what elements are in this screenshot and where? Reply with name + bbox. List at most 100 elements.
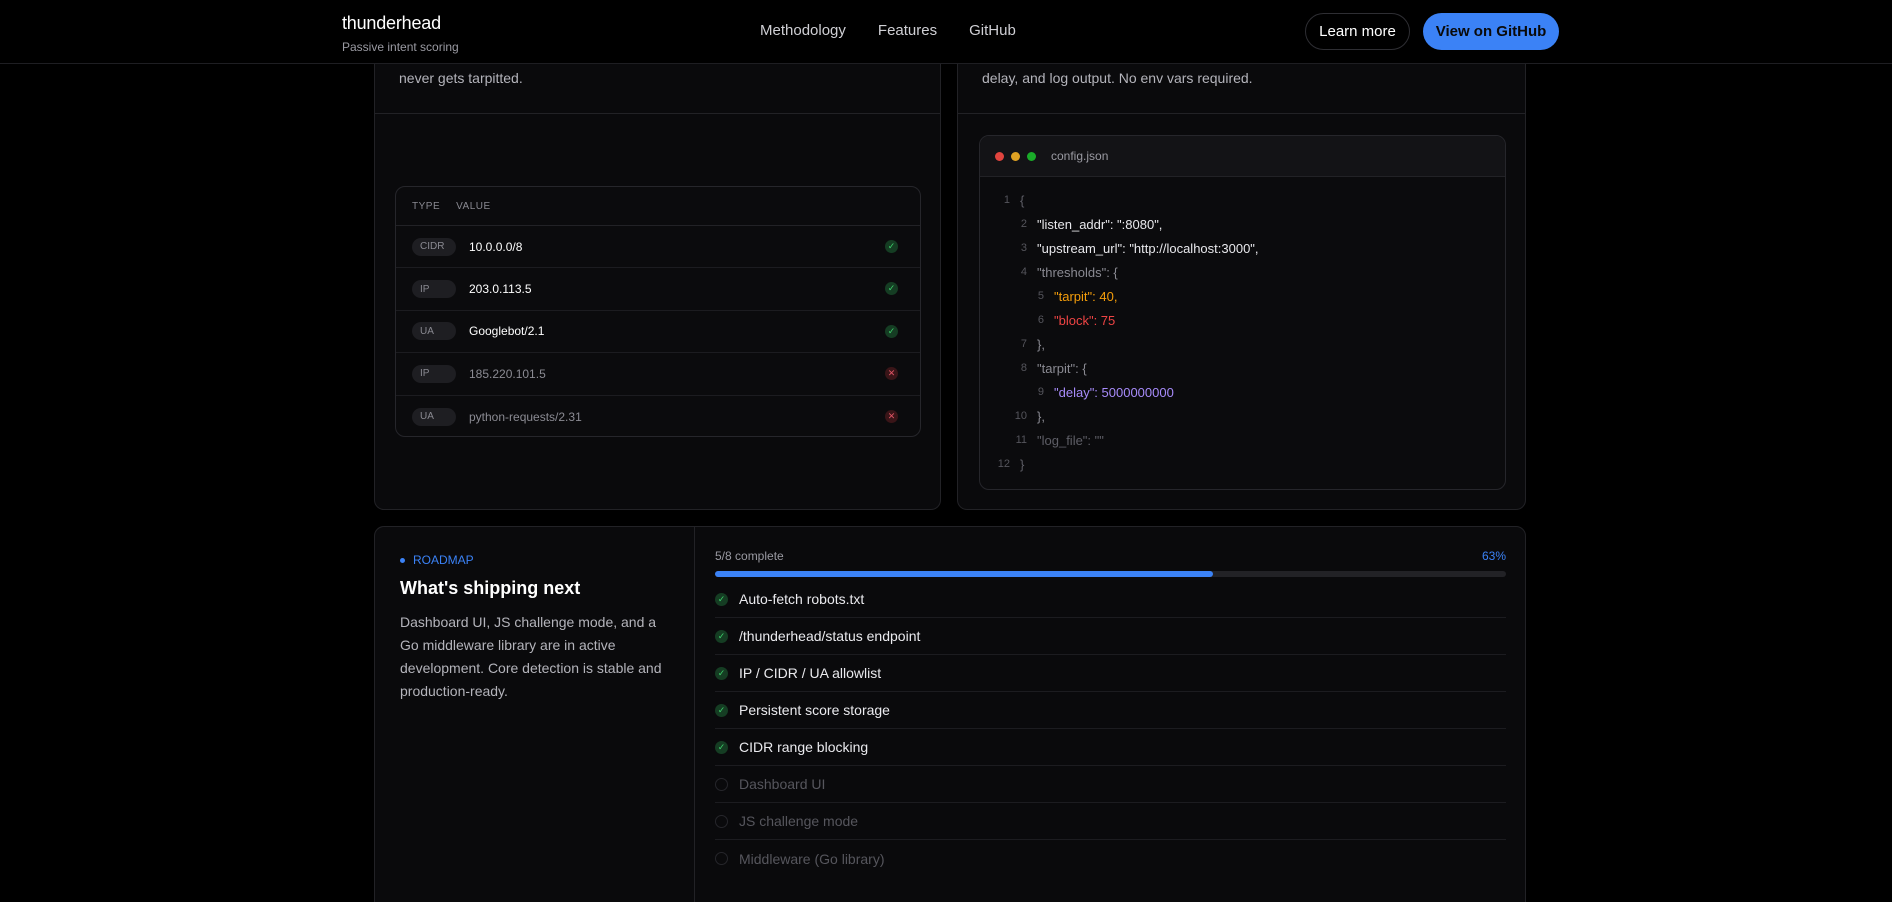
code-window: config.json 1{ 2 "listen_addr": ":8080", …: [979, 135, 1506, 490]
code-text: },: [1037, 336, 1045, 352]
row-value: Googlebot/2.1: [469, 324, 545, 339]
code-line: 3 "upstream_url": "http://localhost:3000"…: [980, 236, 1505, 260]
roadmap-item: ✓ IP / CIDR / UA allowlist: [715, 655, 1506, 692]
allowlist-table: TYPE VALUE CIDR 10.0.0.0/8 ✓ IP 203.0.11…: [395, 186, 921, 437]
cross-icon: ✕: [885, 367, 898, 381]
line-number: 8: [1020, 362, 1027, 374]
roadmap-item-label: Auto-fetch robots.txt: [739, 591, 865, 607]
code-text: {: [1020, 192, 1025, 208]
type-badge: IP: [412, 364, 456, 383]
nav-link-features[interactable]: Features: [878, 22, 937, 39]
config-card-text: delay, and log output. No env vars requi…: [982, 70, 1253, 86]
code-line: 9 "delay": 5000000000: [980, 380, 1505, 404]
line-number: 11: [1015, 434, 1027, 446]
check-icon: ✓: [715, 740, 728, 754]
check-icon: ✓: [885, 282, 898, 296]
empty-circle-icon: ✓: [715, 814, 728, 828]
code-line: 11 "log_file": "": [980, 428, 1505, 452]
code-line: 10},: [980, 404, 1505, 428]
line-number: 4: [1020, 266, 1027, 278]
type-badge: IP: [412, 280, 456, 299]
roadmap-item-label: CIDR range blocking: [739, 739, 869, 755]
nav-link-methodology[interactable]: Methodology: [760, 22, 846, 39]
window-close-dot-icon: [995, 151, 1004, 161]
roadmap-title: What's shipping next: [400, 578, 581, 598]
code-line: 4 "thresholds": {: [980, 260, 1505, 284]
check-icon: ✓: [715, 666, 728, 680]
row-value: 203.0.113.5: [469, 282, 532, 297]
roadmap-description: Dashboard UI, JS challenge mode, and a G…: [400, 614, 662, 699]
code-window-titlebar: config.json: [980, 136, 1505, 177]
check-icon: ✓: [715, 592, 728, 606]
roadmap-item: ✓ Middleware (Go library): [715, 840, 1506, 877]
type-badge: UA: [412, 322, 456, 341]
window-minimize-dot-icon: [1011, 151, 1020, 161]
brand[interactable]: thunderhead Passive intent scoring: [342, 13, 459, 54]
code-line: 8 "tarpit": {: [980, 356, 1505, 380]
roadmap-item-label: IP / CIDR / UA allowlist: [739, 665, 882, 681]
line-number: 10: [1014, 410, 1027, 422]
learn-more-button[interactable]: Learn more: [1305, 13, 1410, 50]
type-badge: CIDR: [412, 237, 456, 256]
line-number: 6: [1037, 314, 1044, 326]
roadmap-intro: ROADMAP What's shipping next Dashboard U…: [375, 527, 695, 902]
roadmap-item-label: JS challenge mode: [739, 813, 859, 829]
top-nav: thunderhead Passive intent scoring Metho…: [0, 0, 1892, 64]
nav-link-github[interactable]: GitHub: [969, 22, 1016, 39]
roadmap-item-label: Middleware (Go library): [739, 850, 885, 867]
code-line: 12}: [980, 452, 1505, 476]
progress-label: 5/8 complete: [715, 549, 784, 563]
table-row: CIDR 10.0.0.0/8 ✓: [396, 226, 920, 269]
line-number: 7: [1020, 338, 1027, 350]
divider: [958, 113, 1525, 114]
code-line: 6 "block": 75: [980, 308, 1505, 332]
code-body: 1{ 2 "listen_addr": ":8080", 3 "upstream_u…: [980, 177, 1505, 476]
column-header-type: TYPE: [412, 200, 441, 212]
progress-percent: 63%: [1481, 549, 1506, 563]
cross-icon: ✕: [885, 409, 898, 423]
line-number: 3: [1020, 242, 1027, 254]
code-text: "tarpit": {: [1037, 360, 1087, 376]
allowlist-card: never gets tarpitted. TYPE VALUE CIDR 10…: [374, 20, 941, 510]
check-icon: ✓: [715, 629, 728, 643]
roadmap-item: ✓ /thunderhead/status endpoint: [715, 618, 1506, 655]
line-number: 1: [1003, 194, 1010, 206]
brand-name[interactable]: thunderhead: [342, 13, 459, 34]
empty-circle-icon: ✓: [715, 777, 728, 791]
empty-circle-icon: ✓: [715, 852, 728, 865]
divider: [375, 113, 940, 114]
table-row: UA Googlebot/2.1 ✓: [396, 311, 920, 354]
roadmap-item: ✓ Persistent score storage: [715, 692, 1506, 729]
code-text: },: [1037, 408, 1045, 424]
roadmap-eyebrow-label: ROADMAP: [413, 553, 474, 567]
roadmap-item: ✓ JS challenge mode: [715, 803, 1506, 840]
roadmap-section: ROADMAP What's shipping next Dashboard U…: [374, 526, 1526, 902]
line-number: 9: [1037, 386, 1044, 398]
bullet-dot-icon: [400, 557, 405, 563]
progress-bar-fill: [715, 571, 1214, 577]
code-line: 1{: [980, 188, 1505, 212]
roadmap-item: ✓ CIDR range blocking: [715, 729, 1506, 766]
roadmap-list: ✓ Auto-fetch robots.txt ✓ /thunderhead/sta…: [715, 581, 1506, 877]
code-text: "upstream_url": "http://localhost:3000",: [1037, 240, 1259, 256]
code-filename: config.json: [1051, 149, 1109, 163]
code-line: 7},: [980, 332, 1505, 356]
row-value: python-requests/2.31: [469, 409, 582, 424]
line-number: 5: [1037, 290, 1044, 302]
table-row: IP 203.0.113.5 ✓: [396, 268, 920, 311]
view-on-github-button[interactable]: View on GitHub: [1423, 13, 1559, 50]
check-icon: ✓: [885, 240, 898, 253]
window-maximize-dot-icon: [1027, 151, 1036, 161]
table-row: IP 185.220.101.5 ✕: [396, 353, 920, 396]
code-text: "delay": 5000000000: [1054, 384, 1174, 400]
code-text: "thresholds": {: [1037, 264, 1118, 280]
code-text: }: [1020, 456, 1025, 472]
brand-tagline: Passive intent scoring: [342, 40, 459, 54]
type-badge: UA: [412, 407, 456, 426]
table-row: UA python-requests/2.31 ✕: [396, 396, 920, 436]
check-icon: ✓: [885, 324, 898, 338]
roadmap-item: ✓ Auto-fetch robots.txt: [715, 581, 1506, 618]
roadmap-item-label: /thunderhead/status endpoint: [739, 628, 921, 644]
check-icon: ✓: [715, 703, 728, 717]
roadmap-item-label: Persistent score storage: [739, 702, 890, 718]
